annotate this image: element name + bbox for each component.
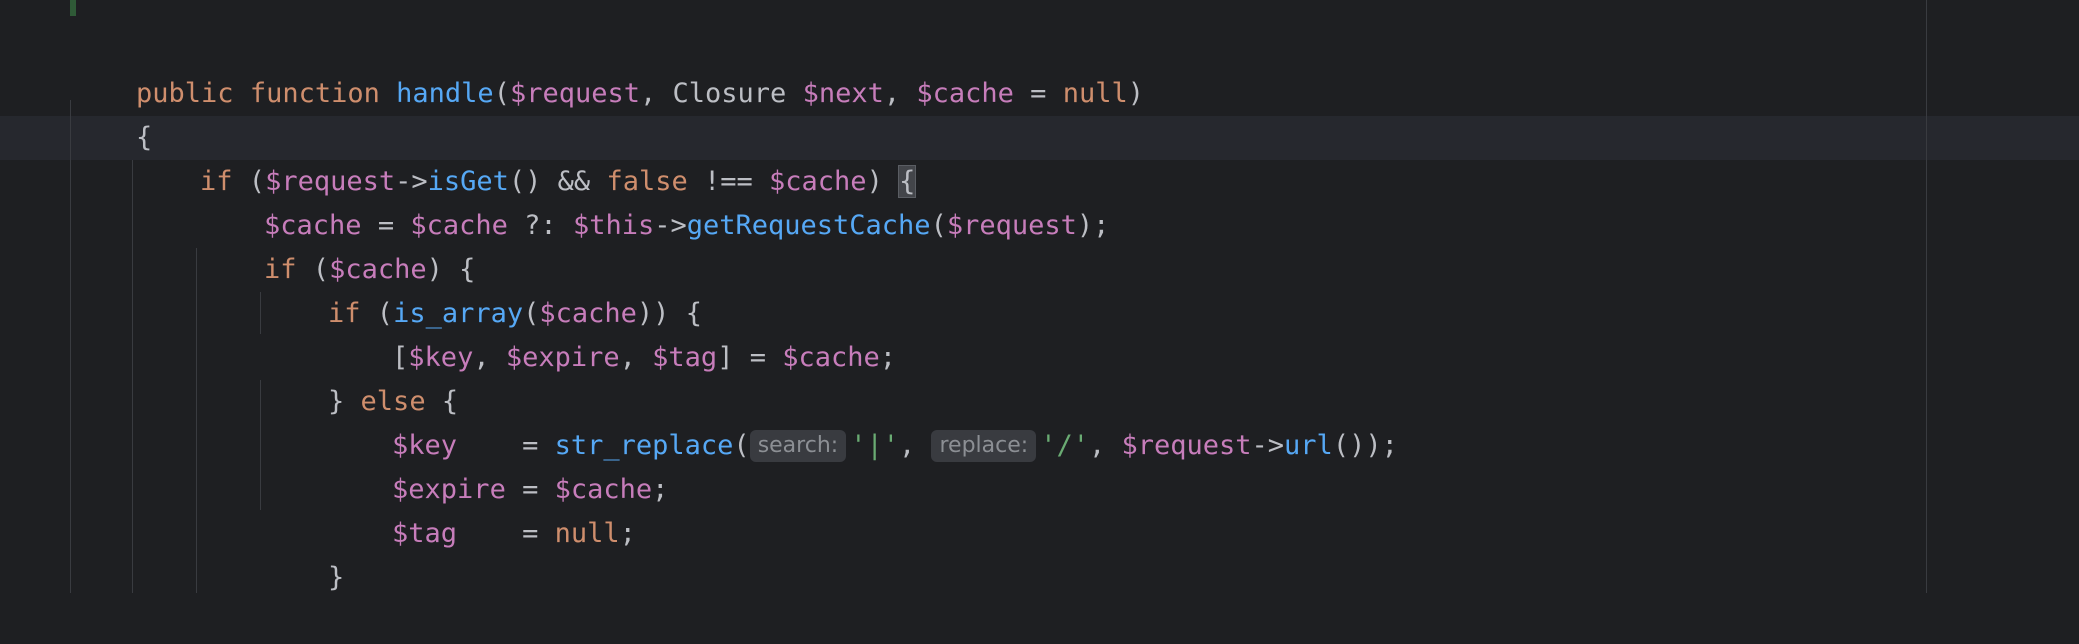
code-token: function bbox=[249, 78, 380, 109]
code-token: ] = bbox=[717, 342, 783, 373]
code-token: $request bbox=[1121, 430, 1252, 461]
code-token: $request bbox=[509, 78, 641, 109]
code-token: ( bbox=[733, 430, 750, 461]
code-line[interactable]: $tag = null; bbox=[327, 468, 636, 549]
code-token: $tag bbox=[392, 518, 458, 549]
parameter-hint-replace: replace: bbox=[931, 430, 1037, 462]
code-line[interactable]: if (is_array($cache)) { bbox=[263, 248, 702, 329]
code-token: ( bbox=[493, 78, 510, 109]
code-editor[interactable]: public function handle($request, Closure… bbox=[0, 0, 2079, 593]
code-token: ) bbox=[1127, 78, 1144, 109]
code-token: , bbox=[898, 430, 932, 461]
code-token: $request bbox=[946, 210, 1077, 241]
code-line[interactable]: { bbox=[71, 72, 152, 153]
code-token: ()); bbox=[1332, 430, 1398, 461]
code-line[interactable]: } bbox=[263, 512, 344, 593]
parameter-hint-search: search: bbox=[749, 430, 847, 462]
code-token: url bbox=[1284, 430, 1333, 461]
code-line[interactable]: $cache = $cache ?: $this->getRequestCach… bbox=[199, 160, 1109, 241]
code-line[interactable]: [$key, $expire, $tag] = $cache; bbox=[327, 292, 896, 373]
code-token: $tag bbox=[652, 342, 718, 373]
code-token: $next bbox=[802, 78, 884, 109]
code-token: $cache bbox=[782, 342, 880, 373]
code-line[interactable]: if ($cache) { bbox=[199, 204, 475, 285]
code-token: , bbox=[883, 78, 917, 109]
code-token: ; bbox=[652, 474, 669, 505]
code-token: '|' bbox=[850, 430, 899, 461]
indent-guide bbox=[260, 380, 261, 510]
indent-guide bbox=[260, 292, 261, 334]
code-line[interactable]: } else { bbox=[263, 336, 458, 417]
code-token: '/' bbox=[1040, 430, 1089, 461]
code-token: , bbox=[619, 342, 653, 373]
code-token: ; bbox=[879, 342, 897, 373]
code-token: , bbox=[1088, 430, 1122, 461]
code-token: ); bbox=[1076, 210, 1110, 241]
indent-guide bbox=[196, 248, 197, 593]
code-token: $cache bbox=[916, 78, 1014, 109]
code-token: , bbox=[473, 342, 506, 373]
code-token: $expire bbox=[505, 342, 620, 373]
code-token: $this bbox=[572, 210, 655, 241]
code-line[interactable]: if ($request->isGet() && false !== $cach… bbox=[135, 116, 917, 198]
code-token: = bbox=[457, 518, 555, 549]
code-line[interactable]: $expire = $cache; bbox=[327, 424, 668, 505]
code-token: -> bbox=[654, 210, 687, 241]
right-margin-guide bbox=[1926, 0, 1927, 593]
code-line[interactable]: public function handle($request, Closure… bbox=[71, 28, 1144, 109]
indent-guide bbox=[132, 160, 133, 593]
code-token: null bbox=[1062, 78, 1128, 109]
code-token: , Closure bbox=[640, 78, 803, 109]
code-token: handle bbox=[396, 78, 494, 109]
gutter-change-marker bbox=[70, 0, 76, 16]
code-token: getRequestCache bbox=[686, 210, 931, 241]
code-token: = bbox=[1013, 78, 1063, 109]
code-token: } bbox=[328, 562, 345, 593]
code-line[interactable]: $key = str_replace(search: '|', replace: '… bbox=[327, 380, 1398, 462]
code-token: ( bbox=[930, 210, 947, 241]
code-token: -> bbox=[1251, 430, 1285, 461]
code-token: null bbox=[554, 518, 620, 549]
code-token: ?: bbox=[507, 210, 573, 241]
code-token: ; bbox=[619, 518, 636, 549]
